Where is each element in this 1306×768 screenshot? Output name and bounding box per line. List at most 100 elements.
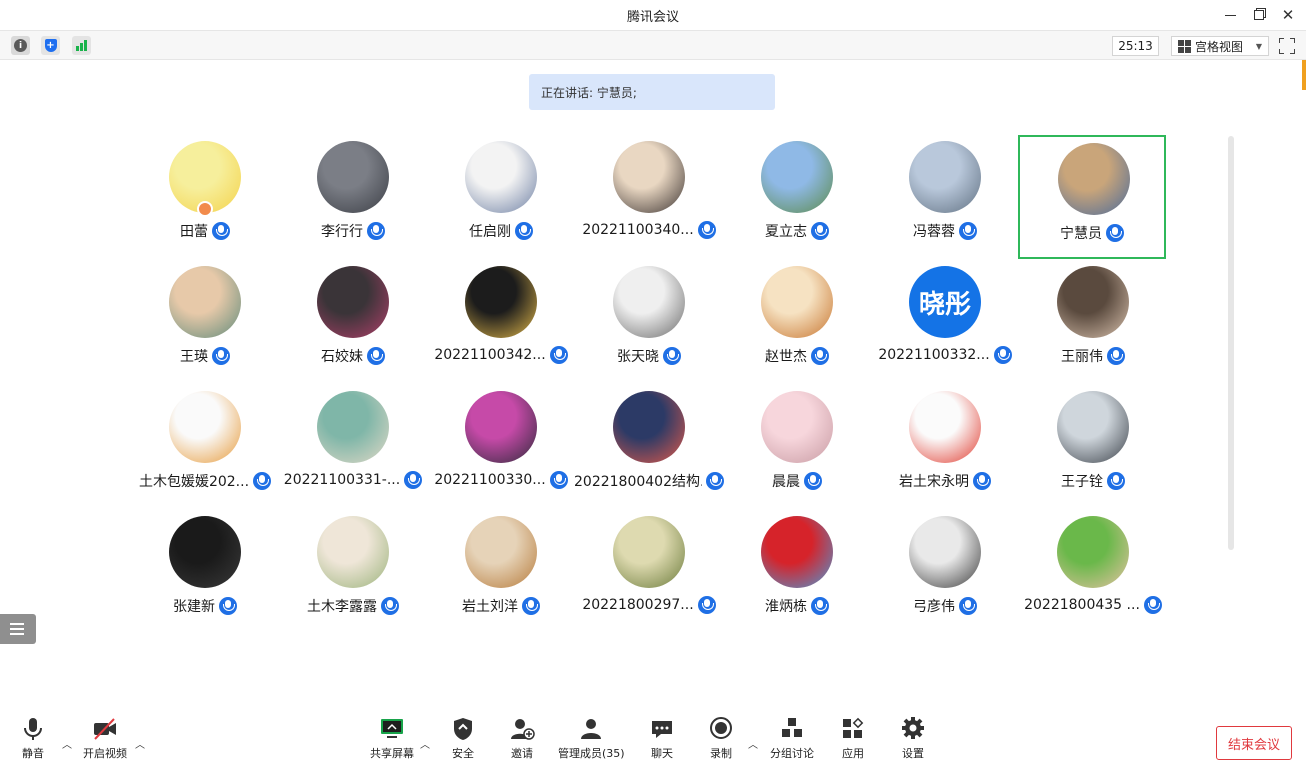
chat-button[interactable]: 聊天: [649, 716, 675, 761]
members-icon: [581, 719, 602, 739]
participant-tile[interactable]: 岩土宋永明: [871, 385, 1019, 509]
participant-list-toggle[interactable]: [0, 614, 36, 644]
participant-tile[interactable]: 20221100330...: [427, 385, 575, 509]
microphone-on-icon: [811, 222, 829, 240]
camera-off-icon: [94, 718, 116, 740]
share-options-chevron-icon[interactable]: ︿: [420, 736, 430, 751]
participant-name-row: 夏立志: [711, 221, 883, 241]
microphone-on-icon: [381, 597, 399, 615]
participant-name-row: 淮炳栋: [711, 596, 883, 616]
participant-name-row: 赵世杰: [711, 346, 883, 366]
participant-name: 石姣妹: [321, 349, 363, 365]
participant-avatar: [465, 266, 537, 338]
video-options-chevron-icon[interactable]: ︿: [135, 736, 145, 751]
mute-button[interactable]: 静音: [20, 716, 46, 761]
participant-name-row: 弓彦伟: [859, 596, 1031, 616]
share-screen-button[interactable]: 共享屏幕: [370, 716, 414, 761]
record-button[interactable]: 录制: [708, 716, 734, 761]
chat-icon: [652, 721, 672, 738]
participant-tile[interactable]: 晨晨: [723, 385, 871, 509]
participant-name: 弓彦伟: [913, 599, 955, 615]
participant-tile[interactable]: 王子铨: [1019, 385, 1167, 509]
participant-name: 任启刚: [469, 224, 511, 240]
participant-tile[interactable]: 王丽伟: [1019, 260, 1167, 384]
participant-tile[interactable]: 20221100342...: [427, 260, 575, 384]
add-user-icon: [511, 719, 535, 740]
participant-tile[interactable]: 20221100331-...: [279, 385, 427, 509]
manage-members-button[interactable]: 管理成员(35): [558, 716, 625, 761]
participant-tile[interactable]: 夏立志: [723, 135, 871, 259]
participant-tile[interactable]: 土木李露露: [279, 510, 427, 634]
breakout-rooms-button[interactable]: 分组讨论: [770, 716, 814, 761]
gear-icon: [902, 717, 924, 739]
edge-accent: [1302, 60, 1306, 90]
microphone-on-icon: [811, 347, 829, 365]
participant-name-row: 任启刚: [415, 221, 587, 241]
participant-name-row: 20221800435 ...: [1007, 596, 1179, 614]
participant-tile[interactable]: 淮炳栋: [723, 510, 871, 634]
microphone-on-icon: [212, 347, 230, 365]
participant-name: 20221100331-...: [283, 472, 401, 488]
participant-tile[interactable]: 冯蓉蓉: [871, 135, 1019, 259]
fullscreen-icon[interactable]: [1279, 38, 1295, 54]
participant-tile[interactable]: 张天晓: [575, 260, 723, 384]
participant-name: 夏立志: [765, 224, 807, 240]
participant-name-row: 岩土宋永明: [859, 471, 1031, 491]
participant-avatar: [169, 516, 241, 588]
record-options-chevron-icon[interactable]: ︿: [748, 736, 758, 751]
start-video-button[interactable]: 开启视频: [83, 716, 127, 761]
grid-scrollbar[interactable]: [1228, 136, 1234, 550]
participant-name: 晨晨: [772, 474, 800, 490]
participant-tile[interactable]: 宁慧员: [1018, 135, 1166, 259]
participant-tile[interactable]: 石姣妹: [279, 260, 427, 384]
participant-name-row: 宁慧员: [1008, 223, 1176, 243]
settings-button[interactable]: 设置: [900, 716, 926, 761]
participant-tile[interactable]: 20221800297...: [575, 510, 723, 634]
participant-name: 张天晓: [617, 349, 659, 365]
participant-name-row: 田蕾: [119, 221, 291, 241]
end-meeting-button[interactable]: 结束会议: [1216, 726, 1292, 760]
participant-avatar: [465, 516, 537, 588]
participant-avatar: [613, 266, 685, 338]
participant-tile[interactable]: 20221800402结构...: [574, 385, 724, 509]
participant-tile[interactable]: 弓彦伟: [871, 510, 1019, 634]
apps-button[interactable]: 应用: [840, 716, 866, 761]
participant-name: 20221800435 ...: [1024, 597, 1140, 613]
participant-tile[interactable]: 20221800435 ...: [1019, 510, 1167, 634]
participant-name: 冯蓉蓉: [913, 224, 955, 240]
invite-button[interactable]: 邀请: [509, 716, 535, 761]
participant-name-row: 王丽伟: [1007, 346, 1179, 366]
participant-tile[interactable]: 王瑛: [131, 260, 279, 384]
participant-tile[interactable]: 赵世杰: [723, 260, 871, 384]
participant-name-row: 土木李露露: [267, 596, 439, 616]
participant-tile[interactable]: 20221100340...: [575, 135, 723, 259]
participant-avatar: [909, 516, 981, 588]
participant-tile[interactable]: 张建新: [131, 510, 279, 634]
chevron-down-icon: ▼: [1255, 41, 1262, 51]
microphone-on-icon: [515, 222, 533, 240]
close-icon[interactable]: ✕: [1278, 5, 1298, 25]
participant-name-row: 20221100331-...: [267, 471, 439, 489]
participant-tile[interactable]: 任启刚: [427, 135, 575, 259]
participant-avatar: [761, 391, 833, 463]
microphone-on-icon: [959, 597, 977, 615]
participant-name-row: 20221100342...: [415, 346, 587, 364]
participant-name: 岩土刘洋: [462, 599, 518, 615]
microphone-on-icon: [959, 222, 977, 240]
participant-tile[interactable]: 李行行: [279, 135, 427, 259]
microphone-on-icon: [1143, 596, 1162, 614]
participant-tile[interactable]: 岩土刘洋: [427, 510, 575, 634]
security-button[interactable]: 安全: [450, 716, 476, 761]
participant-tile[interactable]: 土木包媛媛202...: [131, 385, 279, 509]
participant-tile[interactable]: 田蕾: [131, 135, 279, 259]
participant-avatar: [1058, 143, 1130, 215]
restore-icon[interactable]: [1249, 5, 1269, 25]
microphone-on-icon: [367, 347, 385, 365]
microphone-icon: [24, 718, 42, 740]
participant-avatar: [1057, 266, 1129, 338]
participant-tile[interactable]: 晓彤 20221100332...: [871, 260, 1019, 384]
participant-name-row: 冯蓉蓉: [859, 221, 1031, 241]
breakout-icon: [782, 718, 802, 737]
participant-name-row: 20221800402结构...: [563, 471, 735, 491]
audio-options-chevron-icon[interactable]: ︿: [62, 736, 72, 751]
